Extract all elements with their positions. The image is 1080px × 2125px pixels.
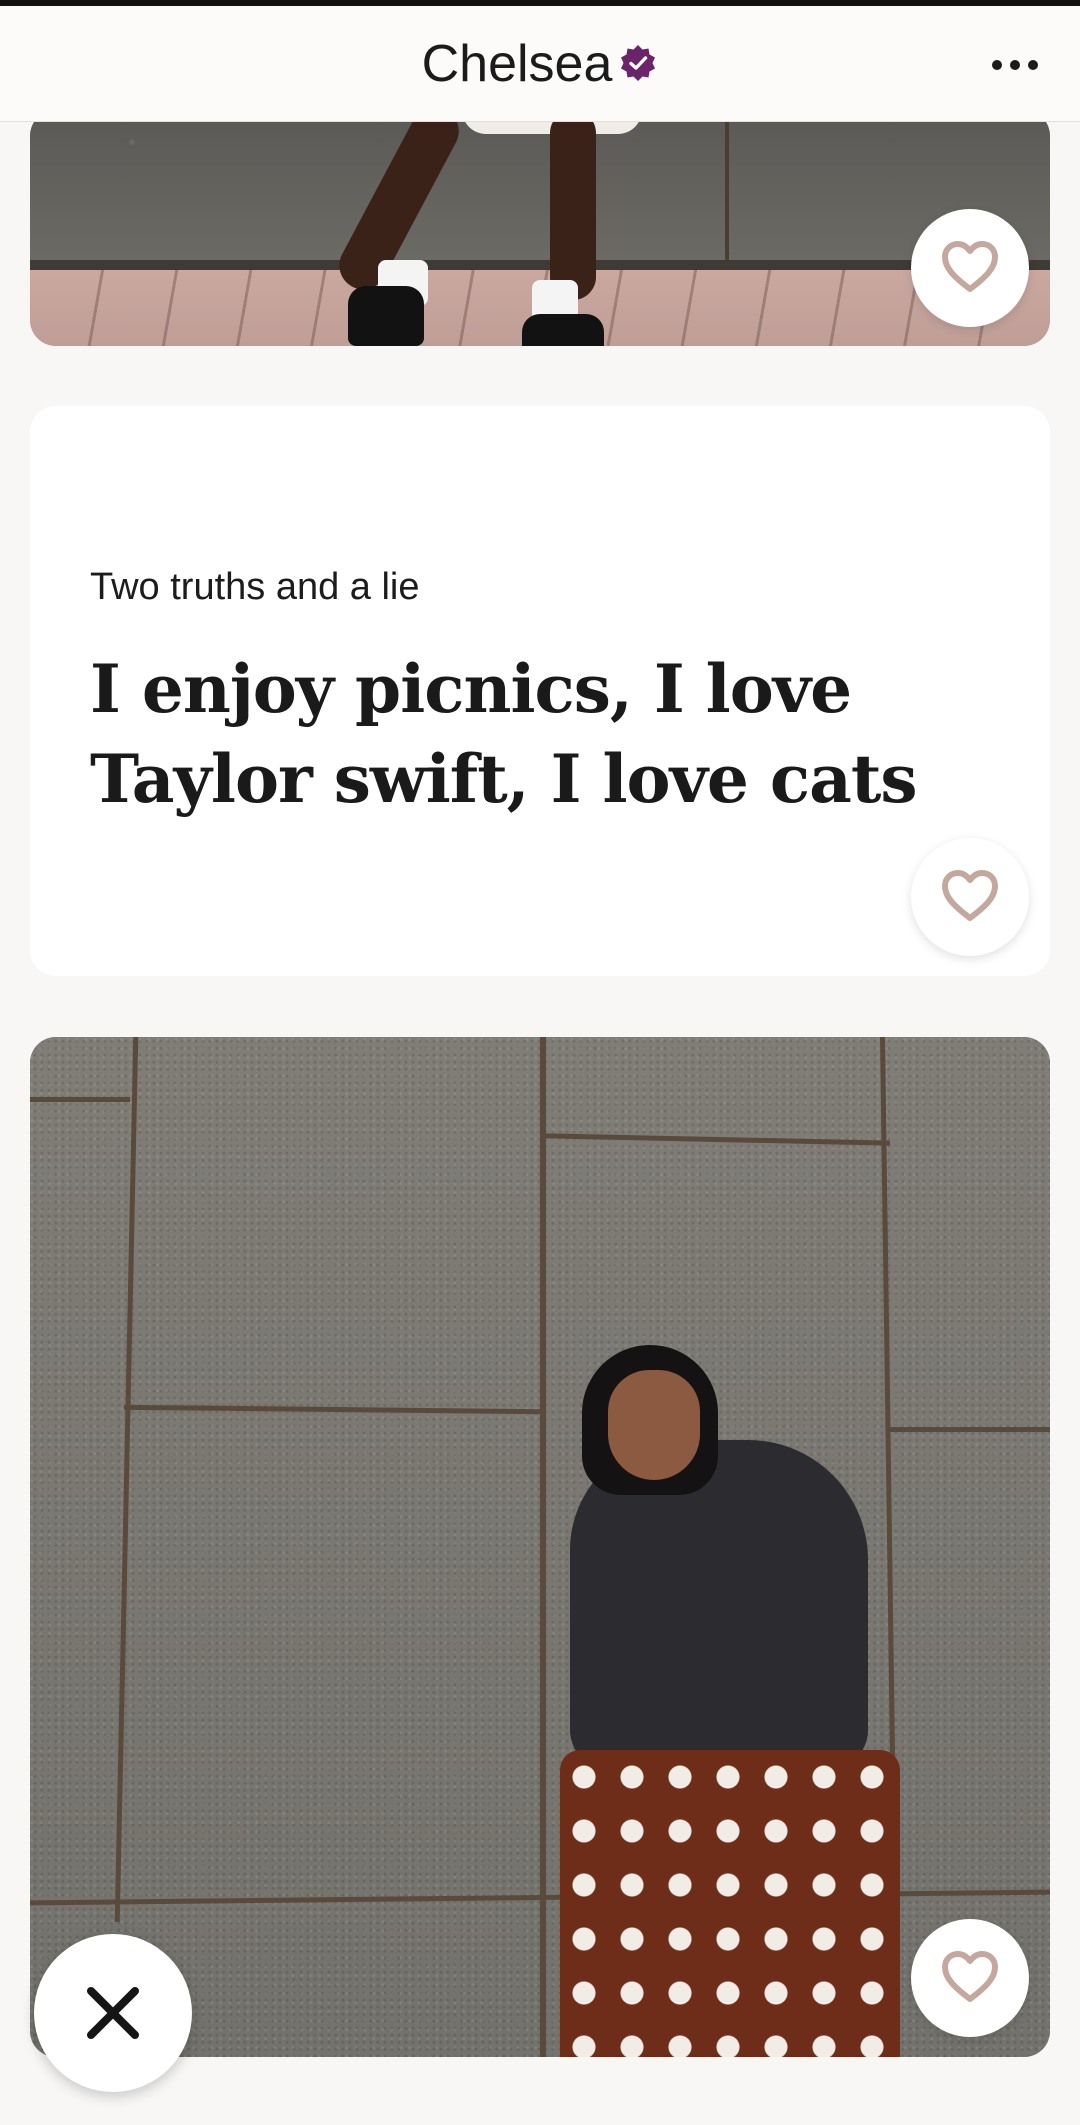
like-photo-1-button[interactable]: [911, 209, 1029, 327]
photo-person-pants: [560, 1750, 900, 2057]
profile-header: Chelsea: [0, 0, 1080, 122]
heart-icon: [942, 241, 998, 292]
wall-seam: [890, 1427, 1050, 1432]
heart-icon: [942, 1951, 998, 2002]
prompt-answer: I enjoy picnics, I love Taylor swift, I …: [90, 650, 918, 818]
photo-person-face: [608, 1370, 700, 1480]
skip-button[interactable]: [34, 1934, 192, 2092]
photo-shoe-right: [522, 314, 604, 346]
photo-wall-background: [30, 110, 1050, 270]
profile-title: Chelsea: [0, 32, 1080, 96]
photo-shoe-left: [348, 286, 424, 346]
photo-leg-right: [550, 110, 596, 300]
like-prompt-button[interactable]: [911, 838, 1029, 956]
prompt-card: Two truths and a lie I enjoy picnics, I …: [30, 406, 1050, 976]
more-options-icon[interactable]: [990, 50, 1040, 80]
heart-icon: [942, 870, 998, 921]
wall-seam: [30, 1097, 130, 1102]
close-x-icon: [87, 1987, 139, 2039]
prompt-question: Two truths and a lie: [90, 566, 420, 608]
like-photo-2-button[interactable]: [911, 1919, 1029, 2037]
profile-photo-1: [30, 110, 1050, 346]
verified-badge-icon: [621, 45, 656, 82]
profile-name: Chelsea: [421, 35, 613, 93]
wall-seam: [540, 1037, 546, 2057]
